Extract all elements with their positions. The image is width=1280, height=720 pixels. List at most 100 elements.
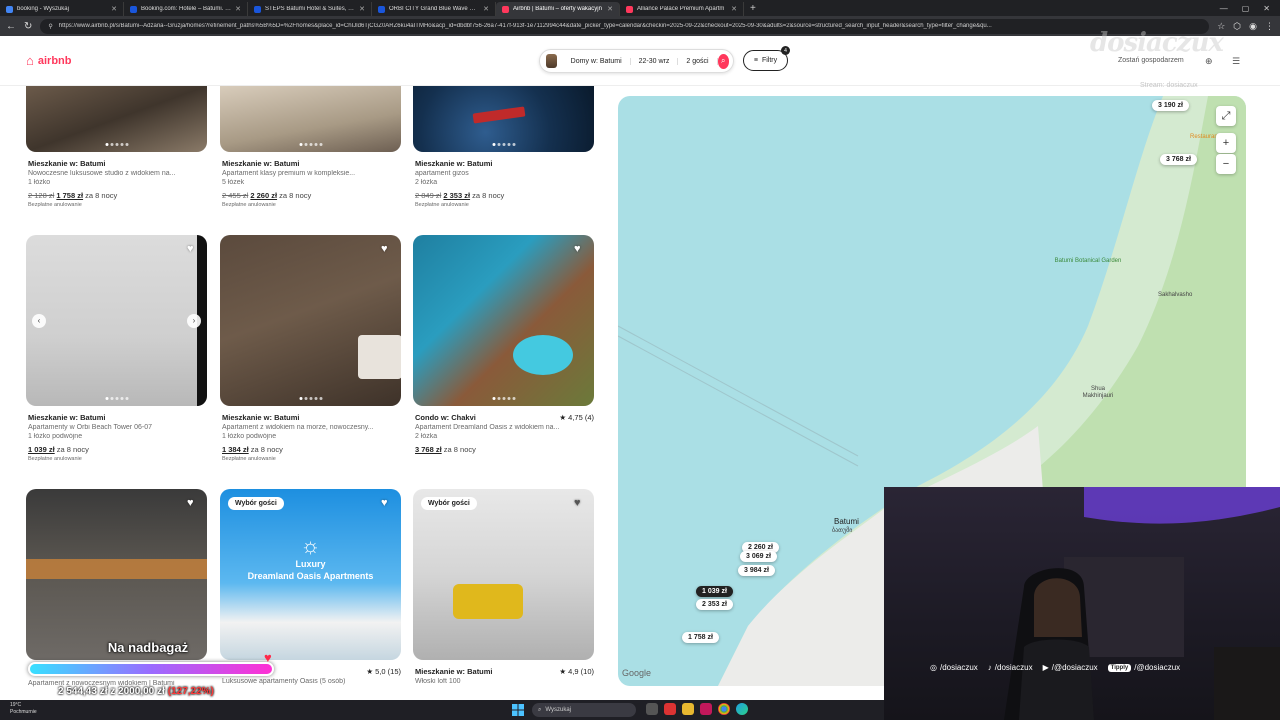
windows-start-icon[interactable] [512,704,524,716]
photo-prev-arrow-icon[interactable]: ‹ [32,313,46,328]
listing-card[interactable]: Mieszkanie w: Batumi apartament gizos 2 … [413,86,594,208]
listing-photo[interactable] [220,86,401,152]
listing-rating: ★ 5,0 (15) [366,667,401,676]
close-icon[interactable]: ✕ [731,5,737,13]
maximize-icon[interactable]: ▢ [1242,4,1250,13]
listing-photo[interactable] [26,86,207,152]
listing-title-text: Mieszkanie w: Batumi [415,159,493,168]
webcam-feed [884,487,1280,720]
listing-photo[interactable]: ♥ [413,235,594,406]
tab-3[interactable]: ORBI CITY Grand Blue Wave Suite ✕ [372,2,496,16]
location-thumbnail [546,54,557,68]
listing-title: Condo w: Chakvi ★ 4,75 (4) [415,413,594,422]
listing-price: 3 768 zł za 8 nocy [415,445,594,454]
map-price-pin-selected[interactable]: 1 039 zł [696,586,733,597]
map-price-pin[interactable]: 3 069 zł [740,551,777,562]
tab-2[interactable]: STEPS Batumi Hotel & Suites, Bat ✕ [248,2,372,16]
search-icon: ⌕ [538,706,542,713]
map-zoom-in-button[interactable]: + [1216,133,1236,153]
listing-card[interactable]: ♥ Condo w: Chakvi ★ 4,75 (4) Apartament D… [413,235,594,454]
listing-card[interactable]: Mieszkanie w: Batumi Apartament klasy pr… [220,86,401,208]
site-info-icon[interactable]: ⚲ [48,23,52,30]
current-price: 1 039 zł [28,445,55,454]
tab-0[interactable]: booking - Wyszukaj ✕ [0,2,124,16]
tab-4[interactable]: Airbnb | Batumi – oferty wakacyjn ✕ [496,2,620,16]
search-bar[interactable]: Domy w: Batumi 22-30 wrz 2 gości ⌕ [539,49,734,73]
filters-button[interactable]: ≡ Filtry 4 [743,46,790,71]
close-window-icon[interactable]: ✕ [1263,4,1270,13]
social-handle: /dosiaczux [994,663,1033,672]
map-price-pin[interactable]: 3 768 zł [1160,154,1197,165]
reload-icon[interactable]: ↻ [24,21,32,32]
new-tab-button[interactable]: + [744,3,762,14]
tab-1[interactable]: Booking.com: Hotele – Batumi. Zar ✕ [124,2,248,16]
current-price: 3 768 zł [415,445,442,454]
price-nights: za 8 nocy [279,191,312,200]
folder-icon[interactable] [682,703,694,715]
google-logo: Google [622,668,652,678]
listing-photo[interactable]: ♥ [26,489,207,660]
wishlist-heart-icon[interactable]: ♥ [381,497,393,509]
hamburger-menu-icon[interactable]: ☰ [1232,56,1240,67]
social-tiktok: ♪/dosiaczux [988,663,1033,672]
taskview-icon[interactable] [646,703,658,715]
listing-card[interactable]: Mieszkanie w: Batumi Nowoczesne luksusow… [26,86,207,208]
tab-5[interactable]: Alliance Palace Premium Apartm ✕ [620,2,744,16]
wishlist-heart-icon[interactable]: ♥ [381,243,393,255]
app-icon[interactable] [700,703,712,715]
edge-icon[interactable] [736,703,748,715]
photo-next-arrow-icon[interactable]: › [187,313,201,328]
wishlist-heart-icon[interactable]: ♥ [187,243,199,255]
listing-card[interactable]: ♥ Mieszkanie w: Batumi Apartament z wido… [220,235,401,462]
chrome-icon[interactable] [718,703,730,715]
address-bar[interactable]: ⚲ https://www.airbnb.pl/s/Batumi--Adżari… [40,18,1210,34]
listing-beds: 2 łóżka [415,179,438,186]
wishlist-heart-icon[interactable]: ♥ [574,243,586,255]
wishlist-heart-icon[interactable]: ♥ [574,497,586,509]
tab-favicon [254,5,261,13]
map-price-pin[interactable]: 1 758 zł [682,632,719,643]
map-expand-icon[interactable]: ⤢ [1216,106,1236,126]
close-icon[interactable]: ✕ [235,5,241,13]
profile-icon[interactable]: ◉ [1249,21,1257,32]
photo-caption: Luxury [295,559,326,569]
browser-tabbar: booking - Wyszukaj ✕ Booking.com: Hotele … [0,0,1280,16]
tab-favicon [378,5,385,13]
search-dates[interactable]: 22-30 wrz [631,57,679,65]
close-icon[interactable]: ✕ [111,5,117,13]
map-zoom-out-button[interactable]: − [1216,154,1236,174]
photo-detail [358,335,401,379]
listing-photo[interactable]: Wybór gości ♥ [413,489,594,660]
airbnb-logo-icon: ⌂ [26,53,34,68]
listing-card[interactable]: ♥ ‹ › Mieszkanie w: Batumi Apartamenty w… [26,235,207,462]
listing-meta: Mieszkanie w: Batumi ★ 4,9 (10) Włoski lo… [413,667,594,685]
app-icon[interactable] [664,703,676,715]
become-host-link[interactable]: Zostań gospodarzem [1118,57,1184,64]
weather-widget[interactable]: 19°C Pochmurnie [10,702,37,716]
close-icon[interactable]: ✕ [359,5,365,13]
close-icon[interactable]: ✕ [483,5,489,13]
close-icon[interactable]: ✕ [607,5,613,13]
listing-photo[interactable]: ♥ ‹ › [26,235,207,406]
extension-icon[interactable]: ⬡ [1233,21,1241,32]
back-icon[interactable]: ← [6,21,16,32]
search-location[interactable]: Domy w: Batumi [563,57,631,65]
map-price-pin[interactable]: 3 984 zł [738,565,775,576]
streamer-logo: dosiaczux [1090,28,1224,58]
wishlist-heart-icon[interactable]: ♥ [187,497,199,509]
map-label-restaurant: Restaurant [1190,134,1220,140]
map-price-pin[interactable]: 2 353 zł [696,599,733,610]
listing-title: Mieszkanie w: Batumi [222,413,401,422]
taskbar-search[interactable]: ⌕ Wyszukaj [532,703,636,717]
tab-title: booking - Wyszukaj [17,6,69,12]
listing-photo[interactable] [413,86,594,152]
map-price-pin[interactable]: 3 190 zł [1152,100,1189,111]
listing-photo[interactable]: ♥ [220,235,401,406]
minimize-icon[interactable]: — [1220,4,1228,13]
search-guests[interactable]: 2 gości [678,57,718,65]
airbnb-logo[interactable]: ⌂ airbnb [26,53,71,68]
browser-menu-icon[interactable]: ⋮ [1265,21,1274,32]
listing-photo[interactable]: Wybór gości ♥ ☼ Luxury Dreamland Oasis A… [220,489,401,660]
listing-card[interactable]: Wybór gości ♥ Mieszkanie w: Batumi ★ 4,9 … [413,489,594,685]
search-icon[interactable]: ⌕ [717,53,729,69]
